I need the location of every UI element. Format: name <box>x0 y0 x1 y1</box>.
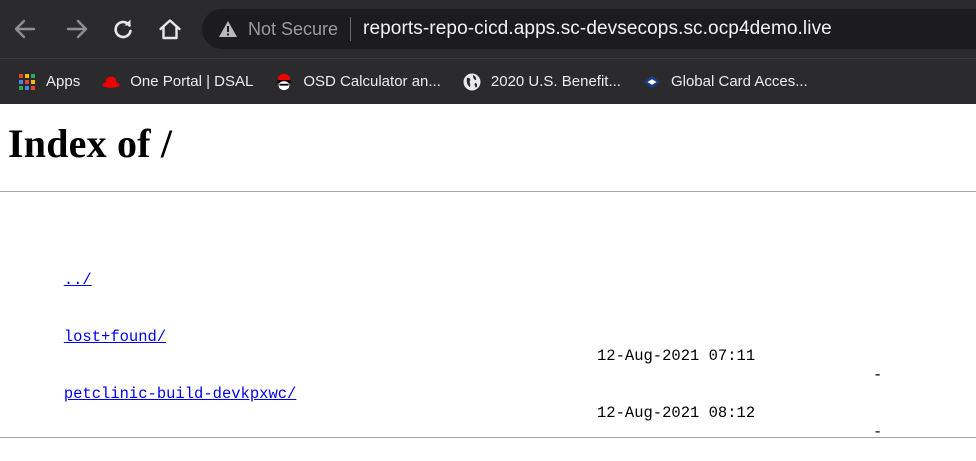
page-content: Index of / ../ lost+found/ 12-Aug-2021 0… <box>0 120 976 441</box>
bookmarks-bar: Apps One Portal | DSAL OSD Calculator an… <box>0 58 976 104</box>
address-bar[interactable]: Not Secure reports-repo-cicd.apps.sc-dev… <box>202 9 976 49</box>
forward-button[interactable] <box>62 14 92 44</box>
top-divider <box>0 191 976 192</box>
home-icon <box>159 19 181 40</box>
entry-date: 12-Aug-2021 07:11 <box>597 347 756 365</box>
bookmark-label: Global Card Acces... <box>670 73 808 90</box>
entry-date: 12-Aug-2021 08:12 <box>597 404 756 422</box>
security-status-label[interactable]: Not Secure <box>248 19 338 40</box>
parent-directory-link[interactable]: ../ <box>64 271 92 289</box>
globe-icon <box>463 73 481 91</box>
bookmark-label: OSD Calculator an... <box>303 73 441 90</box>
home-button[interactable] <box>155 14 185 44</box>
bookmark-global-card-access[interactable]: Global Card Acces... <box>643 73 808 91</box>
entry-link[interactable]: lost+found/ <box>64 328 166 346</box>
bookmark-label: One Portal | DSAL <box>130 73 254 90</box>
entry-link[interactable]: petclinic-build-devkpxwc/ <box>64 385 297 403</box>
bookmark-one-portal[interactable]: One Portal | DSAL <box>102 73 253 91</box>
warning-triangle-icon[interactable] <box>218 20 238 38</box>
back-button[interactable] <box>10 14 40 44</box>
list-item: ../ <box>8 252 968 289</box>
list-item: petclinic-build-devkpxwc/ 12-Aug-2021 08… <box>8 366 968 441</box>
page-title: Index of / <box>8 121 173 166</box>
reload-icon <box>114 19 132 39</box>
list-item: lost+found/ 12-Aug-2021 07:11 - <box>8 309 968 384</box>
card-access-icon <box>643 73 661 91</box>
arrow-left-icon <box>14 19 36 39</box>
redhat-shadowman-icon <box>275 73 293 91</box>
bookmark-us-benefit[interactable]: 2020 U.S. Benefit... <box>463 73 621 91</box>
browser-toolbar: Not Secure reports-repo-cicd.apps.sc-dev… <box>0 0 976 58</box>
entry-size: - <box>873 423 883 441</box>
reload-button[interactable] <box>108 14 138 44</box>
arrow-right-icon <box>66 19 88 39</box>
apps-grid-icon <box>18 73 36 91</box>
redhat-hat-icon <box>102 73 120 91</box>
omnibox-divider <box>350 17 352 41</box>
url-text[interactable]: reports-repo-cicd.apps.sc-devsecops.sc.o… <box>363 18 832 40</box>
bottom-divider <box>0 437 976 438</box>
bookmark-osd-calculator[interactable]: OSD Calculator an... <box>275 73 441 91</box>
bookmark-label: 2020 U.S. Benefit... <box>490 73 621 90</box>
bookmark-label: Apps <box>46 73 81 90</box>
directory-listing: ../ lost+found/ 12-Aug-2021 07:11 - petc… <box>8 214 968 441</box>
bookmark-apps[interactable]: Apps <box>18 73 80 91</box>
